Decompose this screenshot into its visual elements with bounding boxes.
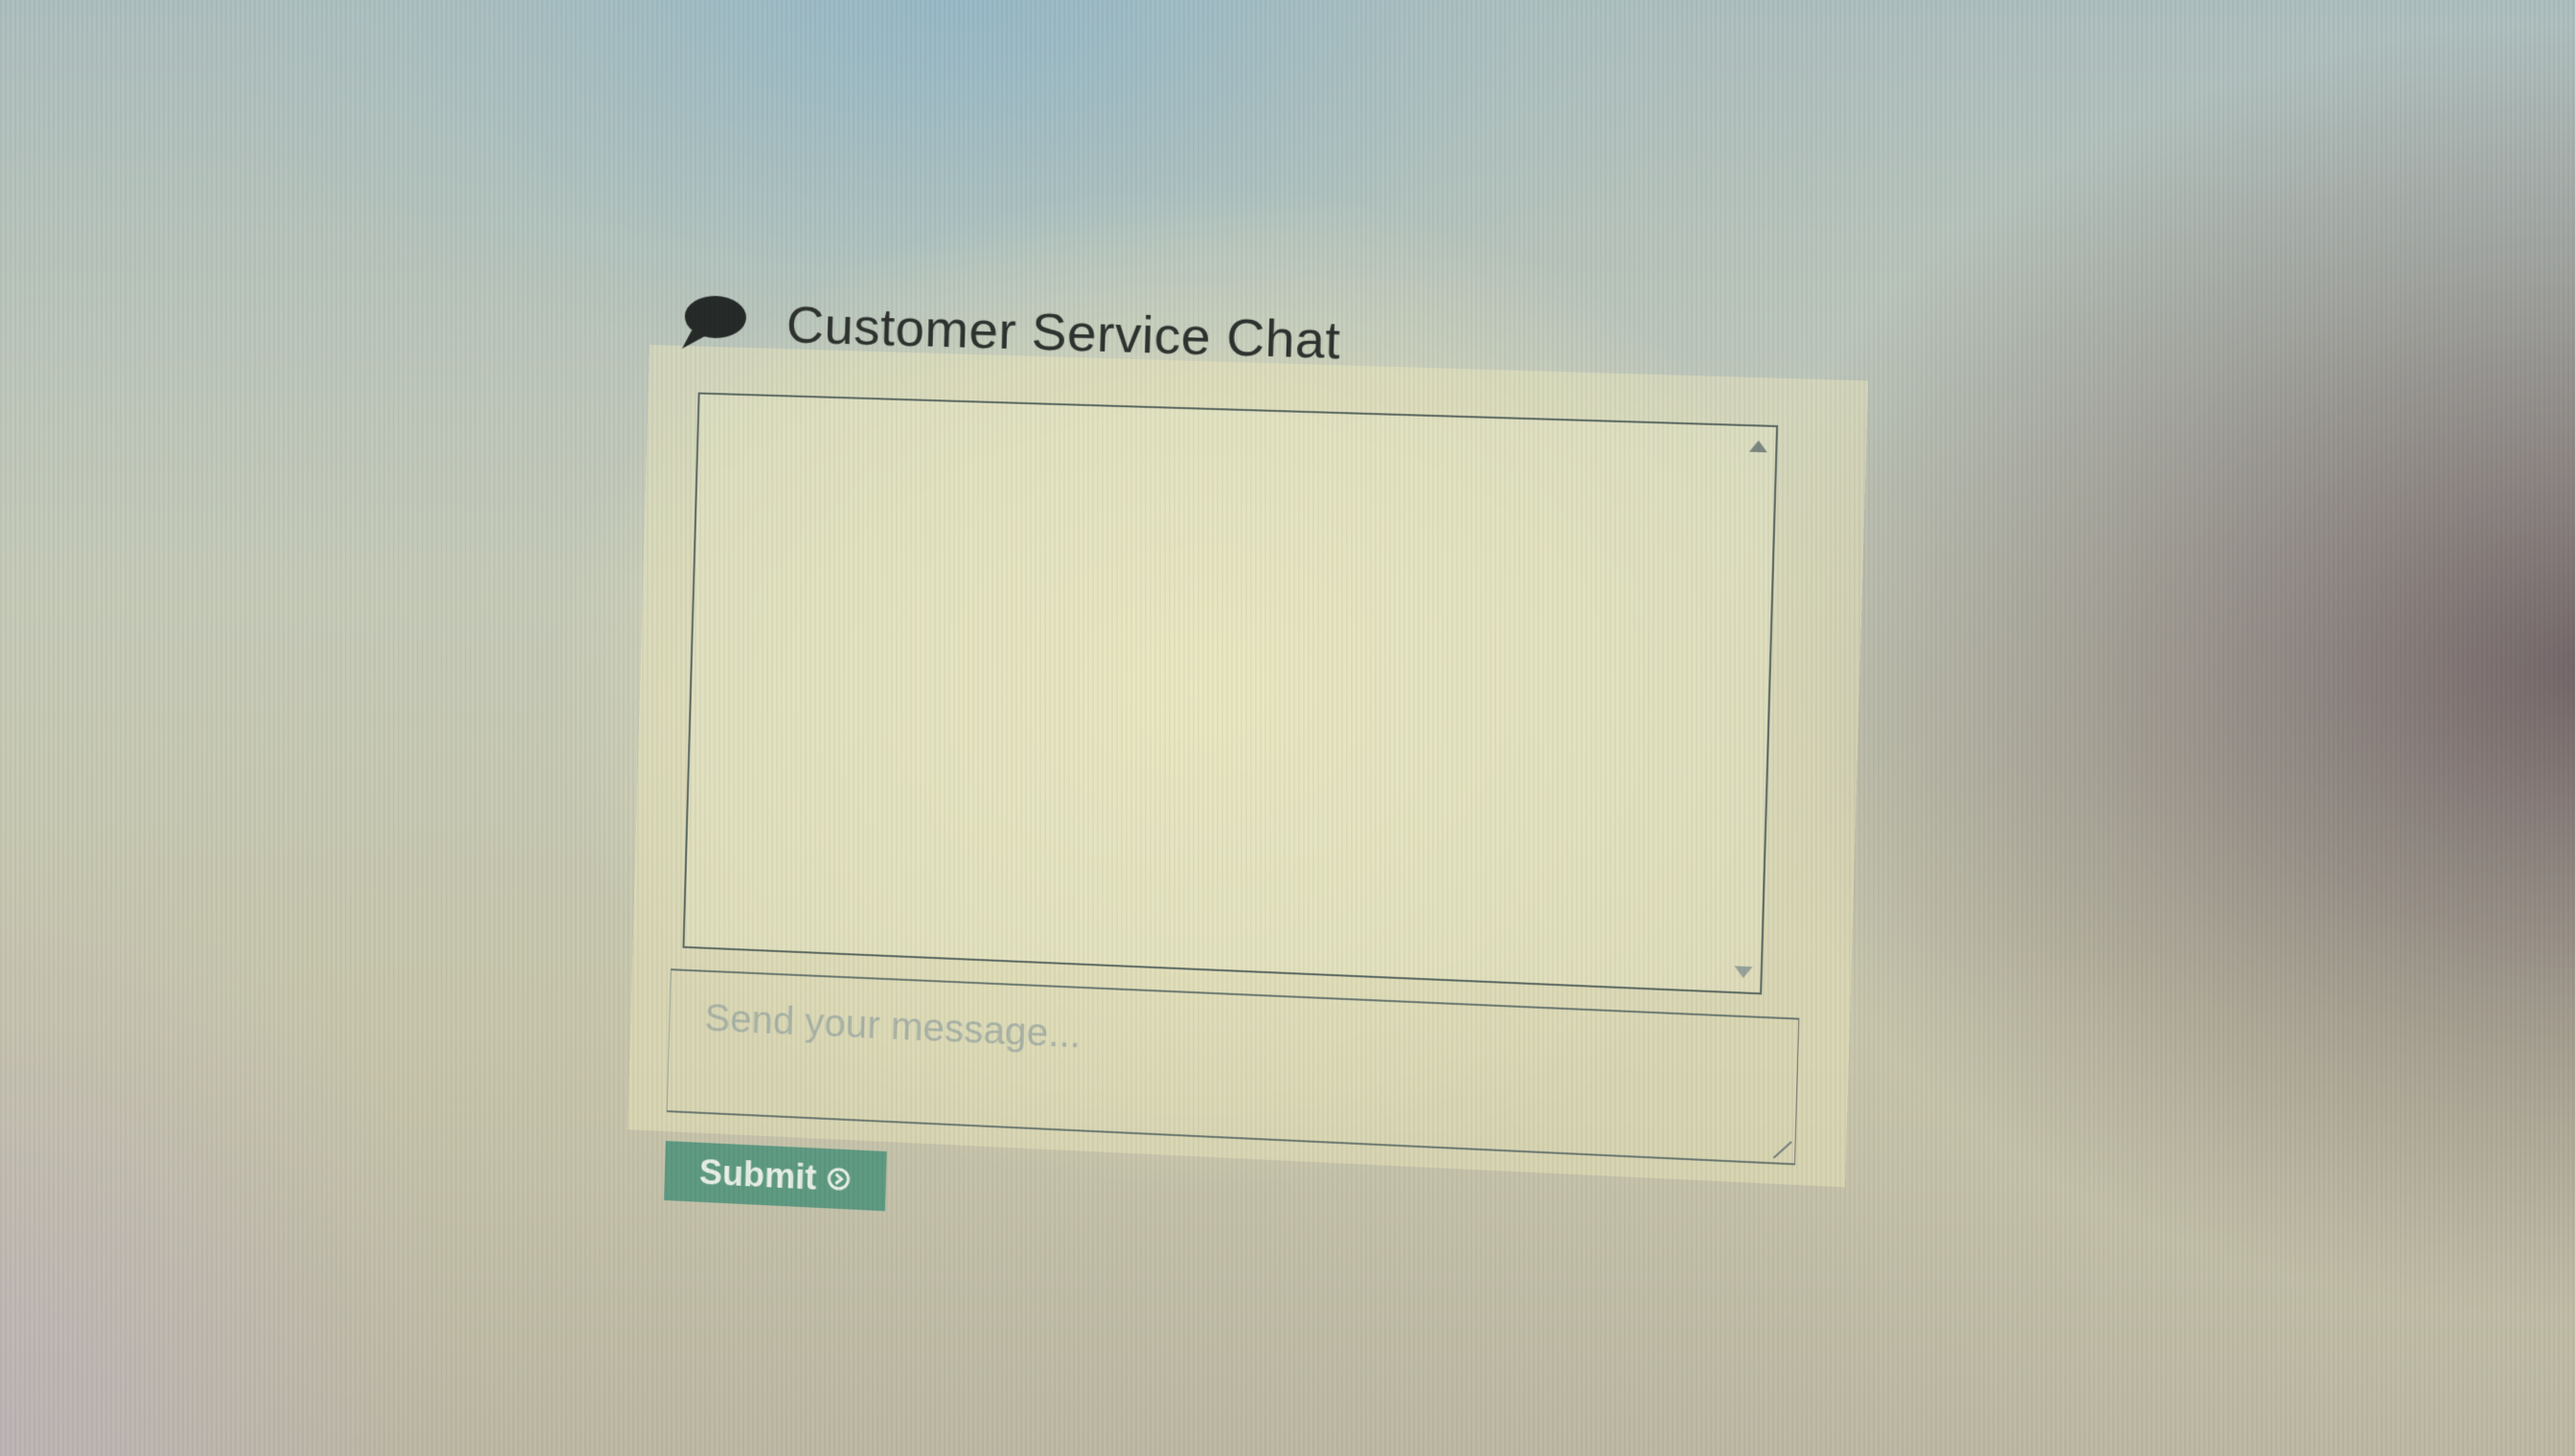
resize-grip-icon[interactable] bbox=[1773, 1141, 1791, 1159]
speech-bubble-icon bbox=[678, 291, 749, 354]
submit-button-label: Submit bbox=[698, 1152, 817, 1198]
submit-button[interactable]: Submit bbox=[664, 1141, 887, 1211]
chat-log[interactable] bbox=[682, 393, 1778, 995]
scroll-down-arrow-icon[interactable] bbox=[1734, 966, 1752, 978]
chat-widget: Customer Service Chat Submit bbox=[625, 278, 1870, 1295]
arrow-circle-icon bbox=[826, 1166, 852, 1192]
scroll-up-arrow-icon[interactable] bbox=[1749, 440, 1767, 452]
chat-title: Customer Service Chat bbox=[786, 295, 1341, 371]
